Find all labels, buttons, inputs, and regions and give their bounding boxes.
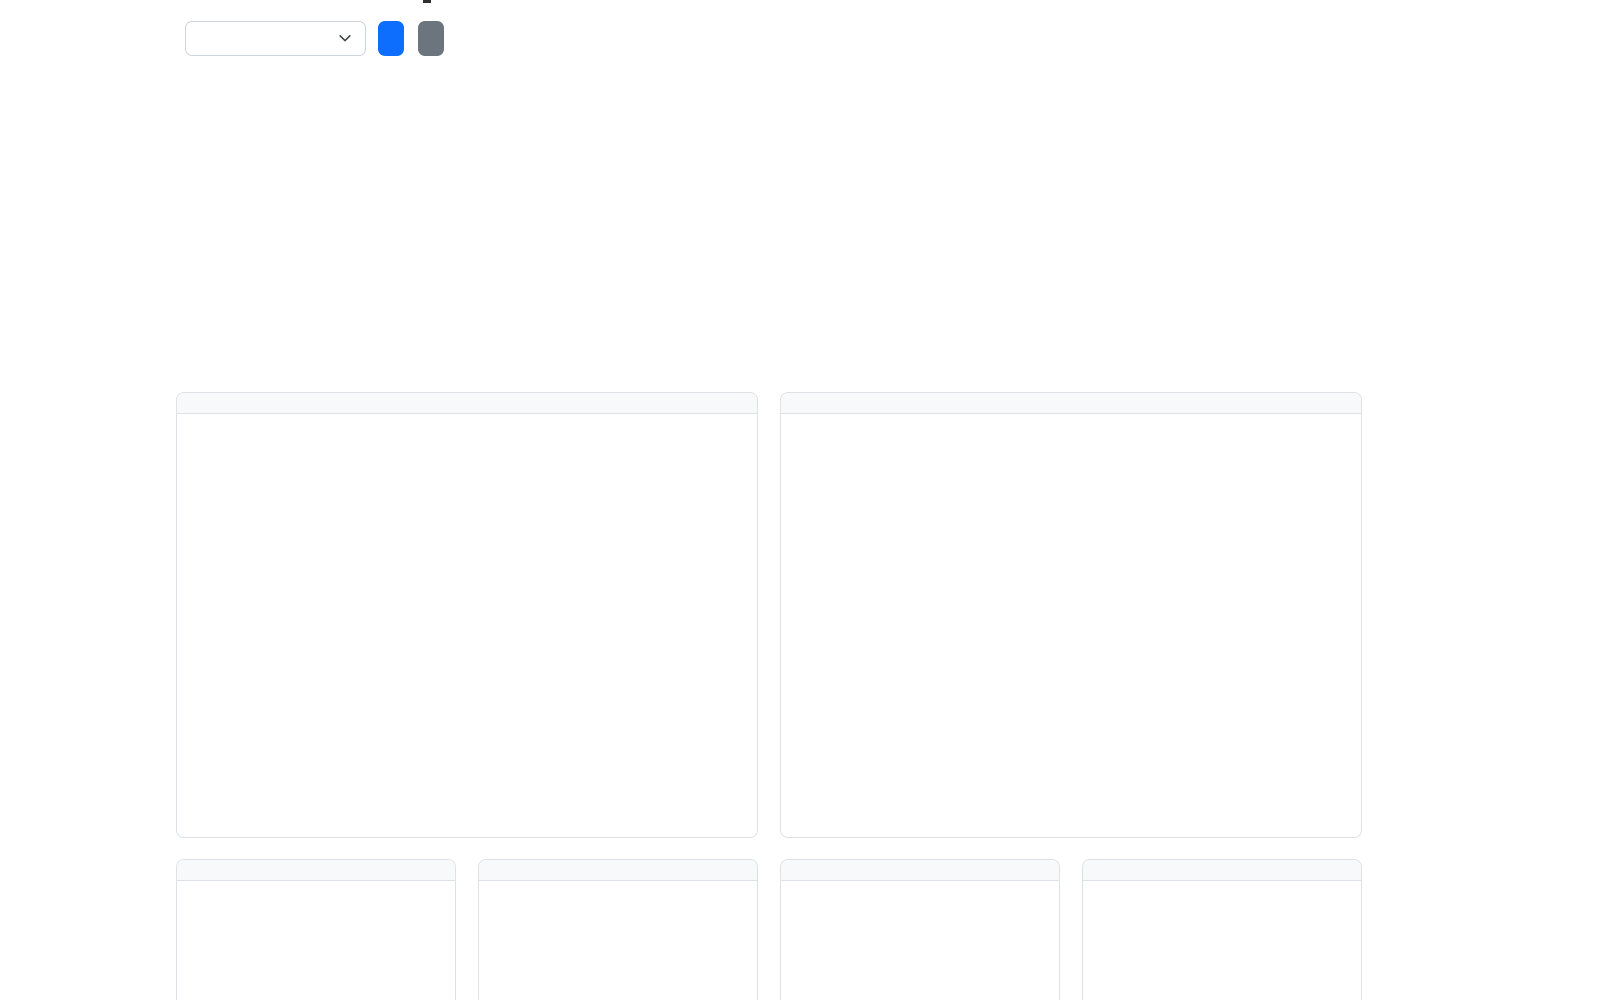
stat-card-unique-visitor-sessions bbox=[780, 88, 1060, 211]
dashboard-page bbox=[176, 0, 1362, 1000]
visitor-stats-row bbox=[176, 88, 1362, 211]
entries-chart-canvas bbox=[781, 414, 1361, 417]
entries-chart-title bbox=[781, 393, 1361, 414]
cut-off-title-fragment bbox=[423, 0, 431, 3]
top-countries-entries-title bbox=[781, 860, 1059, 881]
stat-card-unique-ips-sessions bbox=[1082, 238, 1362, 361]
top-visitor-states-card bbox=[478, 859, 758, 1000]
stat-card-conversion-rate bbox=[1082, 88, 1362, 211]
stat-card-unique-users bbox=[478, 238, 758, 361]
top-countries-entries-card bbox=[780, 859, 1060, 1000]
filter-csv-select[interactable] bbox=[185, 21, 366, 56]
top-visitor-states-title bbox=[479, 860, 757, 881]
visits-per-day-chart-card bbox=[176, 392, 758, 838]
csv-toolbar bbox=[176, 0, 1362, 56]
stat-card-unique-emails bbox=[780, 238, 1060, 361]
top-lists-row bbox=[176, 859, 1362, 1000]
download-week1-csv-button[interactable] bbox=[418, 21, 444, 56]
charts-row bbox=[176, 392, 1362, 838]
top-visitor-countries-title bbox=[177, 860, 455, 881]
stat-card-total-visits bbox=[176, 88, 456, 211]
visits-chart-canvas bbox=[177, 414, 757, 417]
top-states-entries-title bbox=[1083, 860, 1361, 881]
entries-per-day-chart-card bbox=[780, 392, 1362, 838]
entry-stats-row bbox=[176, 238, 1362, 361]
visits-chart-title bbox=[177, 393, 757, 414]
top-states-entries-card bbox=[1082, 859, 1362, 1000]
stat-card-unique-visitor-ips bbox=[478, 88, 758, 211]
chevron-down-icon bbox=[338, 31, 352, 45]
stat-card-total-entries bbox=[176, 238, 456, 361]
download-ytd-csv-button[interactable] bbox=[378, 21, 404, 56]
top-visitor-countries-card bbox=[176, 859, 456, 1000]
